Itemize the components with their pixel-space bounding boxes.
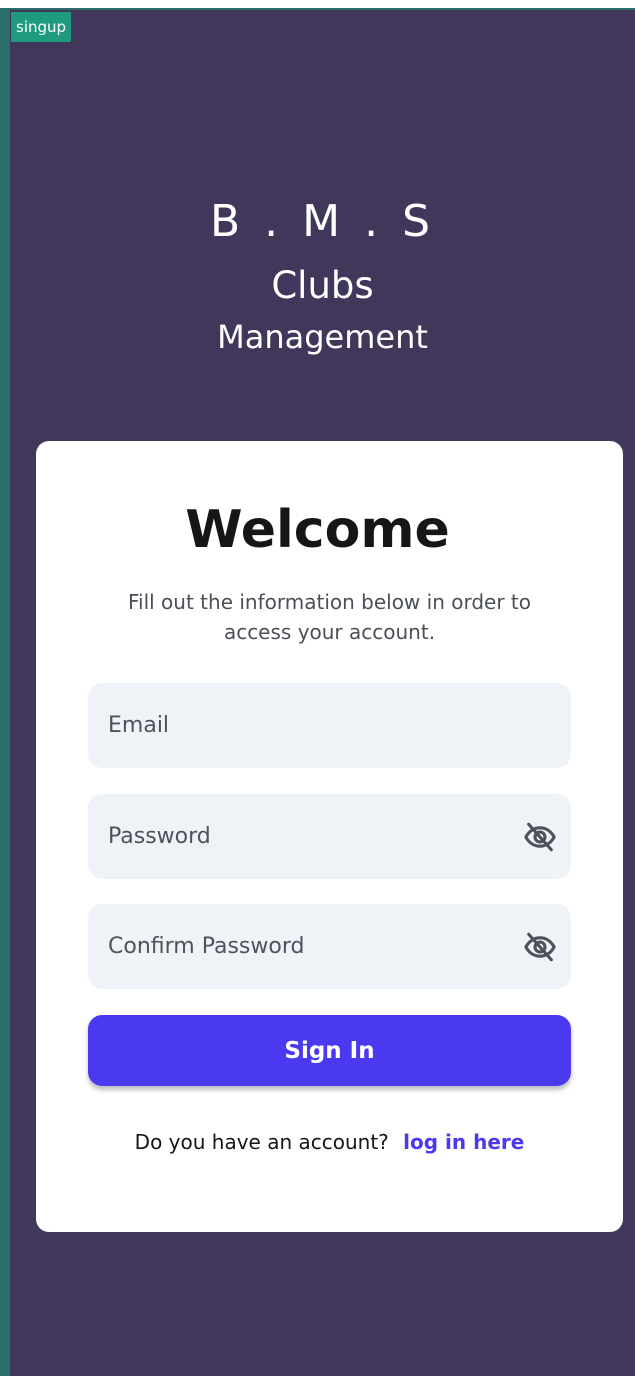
login-prompt-text: Do you have an account? bbox=[134, 1130, 389, 1154]
login-link[interactable]: log in here bbox=[403, 1130, 524, 1154]
card-subtitle-line-2: access your account. bbox=[223, 620, 436, 644]
password-field[interactable] bbox=[88, 794, 571, 879]
eye-off-icon[interactable] bbox=[523, 930, 557, 964]
sign-in-button[interactable]: Sign In bbox=[88, 1015, 571, 1086]
brand-title: B . M . S bbox=[210, 196, 435, 247]
brand-subtitle: Clubs bbox=[271, 264, 374, 307]
login-prompt: Do you have an account? log in here bbox=[36, 1130, 623, 1154]
confirm-password-field[interactable] bbox=[88, 904, 571, 989]
confirm-password-input[interactable] bbox=[108, 904, 498, 989]
email-field[interactable] bbox=[88, 683, 571, 768]
password-input[interactable] bbox=[108, 794, 498, 879]
brand-subtitle-2: Management bbox=[217, 318, 428, 356]
eye-off-icon[interactable] bbox=[523, 820, 557, 854]
card-subtitle-line-1: Fill out the information below in order … bbox=[127, 590, 532, 614]
email-input[interactable] bbox=[108, 683, 498, 768]
card-title: Welcome bbox=[185, 500, 450, 560]
debug-banner: singup bbox=[11, 12, 72, 42]
